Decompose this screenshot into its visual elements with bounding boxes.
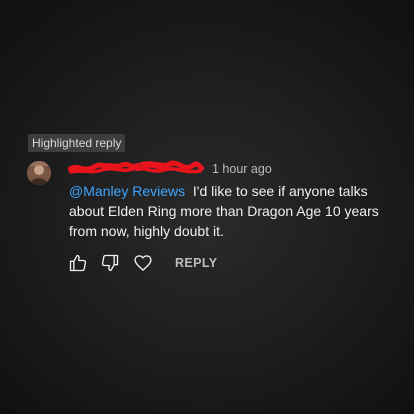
author-name-redacted[interactable] [68,160,204,178]
comment-actions: REPLY [66,253,266,275]
thumbs-down-icon[interactable] [100,253,120,273]
comment-text: @Manley Reviews I'd like to see if anyon… [69,181,389,241]
highlighted-reply-badge: Highlighted reply [28,134,126,152]
reply-button[interactable]: REPLY [175,255,218,271]
comment-timestamp[interactable]: 1 hour ago [212,161,272,177]
avatar[interactable] [27,161,51,185]
mention-link[interactable]: @Manley Reviews [69,183,185,199]
heart-icon[interactable] [133,253,153,273]
thumbs-up-icon[interactable] [68,253,88,273]
